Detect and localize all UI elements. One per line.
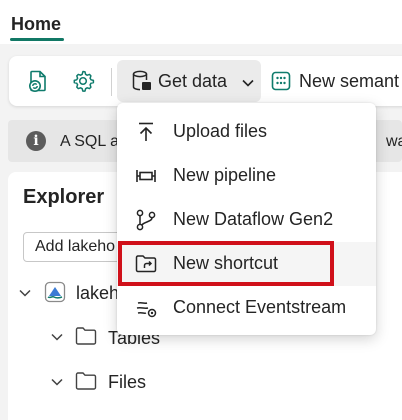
tab-home[interactable]: Home (11, 14, 61, 35)
info-banner-text: A SQL a (60, 133, 119, 150)
pipeline-icon (134, 164, 158, 188)
ribbon-separator (111, 68, 112, 96)
menu-item-label: Connect Eventstream (173, 297, 347, 317)
ribbon-toolbar: Get data New semant (9, 56, 402, 106)
top-tab-bar: Home (0, 0, 402, 44)
semantic-model-icon (270, 70, 292, 92)
get-data-menu: Upload files New pipeline New Dataflow G… (117, 103, 376, 335)
folder-icon (75, 326, 97, 346)
info-banner-text-end: was (386, 133, 402, 150)
get-data-button[interactable]: Get data (117, 60, 261, 102)
lakehouse-icon (44, 281, 66, 303)
eventstream-icon (134, 296, 158, 320)
get-data-label: Get data (158, 71, 228, 91)
menu-item-label: New pipeline (173, 165, 277, 185)
highlight-annotation (118, 241, 334, 286)
menu-item-upload-files[interactable]: Upload files (117, 110, 376, 154)
tab-home-underline (10, 38, 64, 41)
new-semantic-model-label: New semant (299, 71, 400, 91)
menu-item-connect-eventstream[interactable]: Connect Eventstream (117, 286, 376, 330)
settings-gear-icon[interactable] (71, 69, 95, 93)
tree-item-lakehouse[interactable]: lakeh (76, 283, 119, 304)
menu-item-new-pipeline[interactable]: New pipeline (117, 154, 376, 198)
explorer-title: Explorer (23, 186, 105, 208)
database-icon (130, 69, 154, 93)
chevron-down-icon[interactable] (50, 330, 64, 349)
menu-item-label: Upload files (173, 121, 268, 141)
chevron-down-icon (241, 76, 255, 90)
dataflow-icon (134, 208, 158, 232)
menu-item-new-dataflow-gen2[interactable]: New Dataflow Gen2 (117, 198, 376, 242)
chevron-down-icon[interactable] (18, 286, 32, 305)
refresh-file-icon[interactable] (26, 69, 50, 93)
menu-item-label: New Dataflow Gen2 (173, 209, 334, 229)
upload-icon (134, 120, 158, 144)
folder-icon (75, 371, 97, 391)
chevron-down-icon[interactable] (50, 375, 64, 394)
tree-item-files[interactable]: Files (108, 372, 146, 393)
info-icon: i (26, 131, 46, 151)
